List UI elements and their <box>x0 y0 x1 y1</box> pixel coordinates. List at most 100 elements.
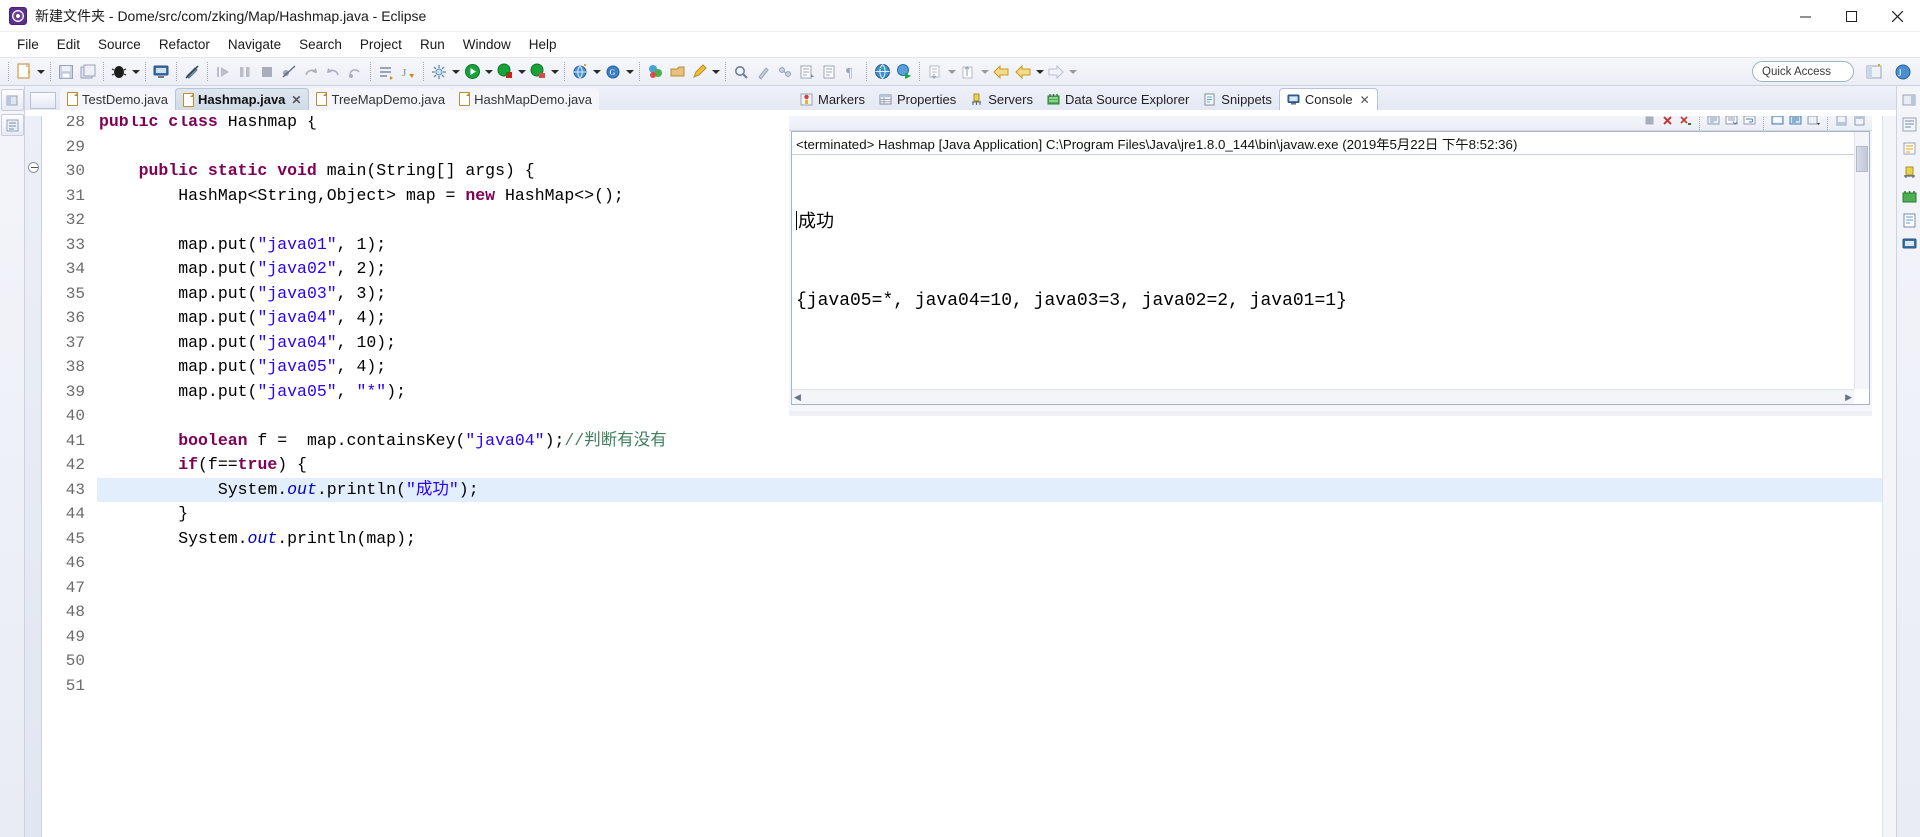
open-type-icon[interactable] <box>644 61 666 83</box>
new-java-ee-dropdown-icon[interactable] <box>624 61 635 83</box>
console-vertical-scrollbar[interactable] <box>1854 132 1869 389</box>
code-line[interactable] <box>97 674 1896 699</box>
close-button[interactable] <box>1874 0 1920 32</box>
next-dropdown-icon[interactable] <box>1067 61 1078 83</box>
new-java-ee-icon[interactable]: G <box>602 61 624 83</box>
forward-dropdown-icon[interactable] <box>1034 61 1045 83</box>
code-line[interactable] <box>97 551 1896 576</box>
servers-view-icon[interactable] <box>1899 162 1919 182</box>
forward-icon[interactable] <box>1012 61 1034 83</box>
mark-occurrences-icon[interactable] <box>752 61 774 83</box>
menu-help[interactable]: Help <box>520 35 566 54</box>
menu-source[interactable]: Source <box>89 35 150 54</box>
editor-tab-treemapdemo[interactable]: TreeMapDemo.java <box>309 88 453 110</box>
menu-window[interactable]: Window <box>454 35 520 54</box>
next-annotation-icon[interactable] <box>796 61 818 83</box>
editor-chevron-handle[interactable] <box>30 92 56 109</box>
restore-right-panel-icon[interactable] <box>1899 90 1919 110</box>
editor-tab-testdemo[interactable]: TestDemo.java <box>60 88 175 110</box>
run-on-server-icon[interactable] <box>893 61 915 83</box>
menu-run[interactable]: Run <box>411 35 454 54</box>
new-java-project-icon[interactable] <box>375 61 397 83</box>
code-line[interactable]: } <box>97 502 1896 527</box>
external-tools-icon[interactable] <box>428 61 450 83</box>
tab-data-source-explorer[interactable]: Data Source Explorer <box>1040 88 1196 110</box>
previous-edit-dropdown-icon[interactable] <box>979 61 990 83</box>
restore-icon[interactable] <box>924 61 946 83</box>
code-line[interactable] <box>97 625 1896 650</box>
outline-icon[interactable] <box>1899 114 1919 134</box>
menu-file[interactable]: File <box>8 35 48 54</box>
console-view-icon[interactable] <box>1899 234 1919 254</box>
console-horizontal-scrollbar[interactable]: ◀ ▶ <box>792 389 1854 404</box>
fold-marker-icon[interactable] <box>28 162 39 173</box>
save-icon[interactable] <box>55 61 77 83</box>
skip-breakpoints-icon[interactable] <box>278 61 300 83</box>
outline-view-icon[interactable] <box>1 114 24 136</box>
open-task-icon[interactable] <box>666 61 688 83</box>
scroll-right-icon[interactable]: ▶ <box>1845 392 1852 403</box>
java-ee-perspective-icon[interactable]: J <box>1890 61 1916 83</box>
console-output[interactable]: 成功 {java05=*, java04=10, java03=3, java0… <box>792 155 1869 369</box>
debug-icon[interactable] <box>108 61 130 83</box>
code-line[interactable]: System.out.println("成功"); <box>97 477 1896 502</box>
previous-annotation-icon[interactable] <box>818 61 840 83</box>
back-icon[interactable] <box>990 61 1012 83</box>
restore-dropdown-icon[interactable] <box>946 61 957 83</box>
minimize-button[interactable] <box>1782 0 1828 32</box>
previous-edit-icon[interactable] <box>957 61 979 83</box>
editor-tab-hashmapdemo[interactable]: HashMapDemo.java <box>452 88 599 110</box>
code-line[interactable]: boolean f = map.containsKey("java04");//… <box>97 429 1896 454</box>
restore-package-explorer-icon[interactable] <box>1 89 24 111</box>
show-whitespace-icon[interactable]: ¶ <box>840 61 862 83</box>
code-line[interactable]: System.out.println(map); <box>97 527 1896 552</box>
next-icon[interactable] <box>1045 61 1067 83</box>
console-sash[interactable] <box>789 411 1872 416</box>
scrollbar-thumb[interactable] <box>1856 146 1868 172</box>
debug-run-dropdown-icon[interactable] <box>516 61 527 83</box>
open-console-icon[interactable] <box>150 61 172 83</box>
run-dropdown-icon[interactable] <box>483 61 494 83</box>
code-line[interactable] <box>97 600 1896 625</box>
code-line[interactable] <box>97 649 1896 674</box>
menu-project[interactable]: Project <box>351 35 411 54</box>
new-class-icon[interactable]: J <box>397 61 419 83</box>
scroll-left-icon[interactable]: ◀ <box>794 392 801 403</box>
external-tools-dropdown-icon[interactable] <box>450 61 461 83</box>
step-over-icon[interactable] <box>234 61 256 83</box>
run-icon[interactable] <box>461 61 483 83</box>
code-line[interactable]: if(f==true) { <box>97 453 1896 478</box>
step-return-icon[interactable] <box>300 61 322 83</box>
search-icon[interactable] <box>730 61 752 83</box>
drop-to-frame-icon[interactable] <box>344 61 366 83</box>
snippets-view-icon[interactable] <box>1899 210 1919 230</box>
menu-navigate[interactable]: Navigate <box>219 35 290 54</box>
tab-markers[interactable]: Markers <box>793 88 872 110</box>
menu-search[interactable]: Search <box>290 35 351 54</box>
editor-vertical-scrollbar[interactable] <box>1882 110 1896 837</box>
step-into-icon[interactable] <box>212 61 234 83</box>
editor-tab-hashmap[interactable]: Hashmap.java ✕ <box>174 88 310 110</box>
menu-refactor[interactable]: Refactor <box>150 35 219 54</box>
open-perspective-icon[interactable] <box>1861 61 1887 83</box>
console-output-area[interactable]: <terminated> Hashmap [Java Application] … <box>791 131 1870 405</box>
resume-icon[interactable] <box>322 61 344 83</box>
task-list-icon[interactable] <box>1899 138 1919 158</box>
pencil-dropdown-icon[interactable] <box>710 61 721 83</box>
tab-properties[interactable]: Properties <box>872 88 963 110</box>
new-wizard-icon[interactable] <box>13 61 35 83</box>
new-wizard-dropdown-icon[interactable] <box>35 61 46 83</box>
code-line[interactable] <box>97 576 1896 601</box>
link-icon[interactable] <box>774 61 796 83</box>
pencil-icon[interactable] <box>688 61 710 83</box>
tab-servers[interactable]: Servers <box>963 88 1040 110</box>
web-browser-icon[interactable] <box>871 61 893 83</box>
save-all-icon[interactable] <box>77 61 99 83</box>
close-icon[interactable]: ✕ <box>1360 93 1370 107</box>
close-icon[interactable]: ✕ <box>291 93 301 107</box>
quick-access-input[interactable]: Quick Access <box>1752 61 1854 82</box>
coverage-dropdown-icon[interactable] <box>549 61 560 83</box>
new-web-icon[interactable] <box>569 61 591 83</box>
debug-run-icon[interactable] <box>494 61 516 83</box>
coverage-icon[interactable] <box>527 61 549 83</box>
